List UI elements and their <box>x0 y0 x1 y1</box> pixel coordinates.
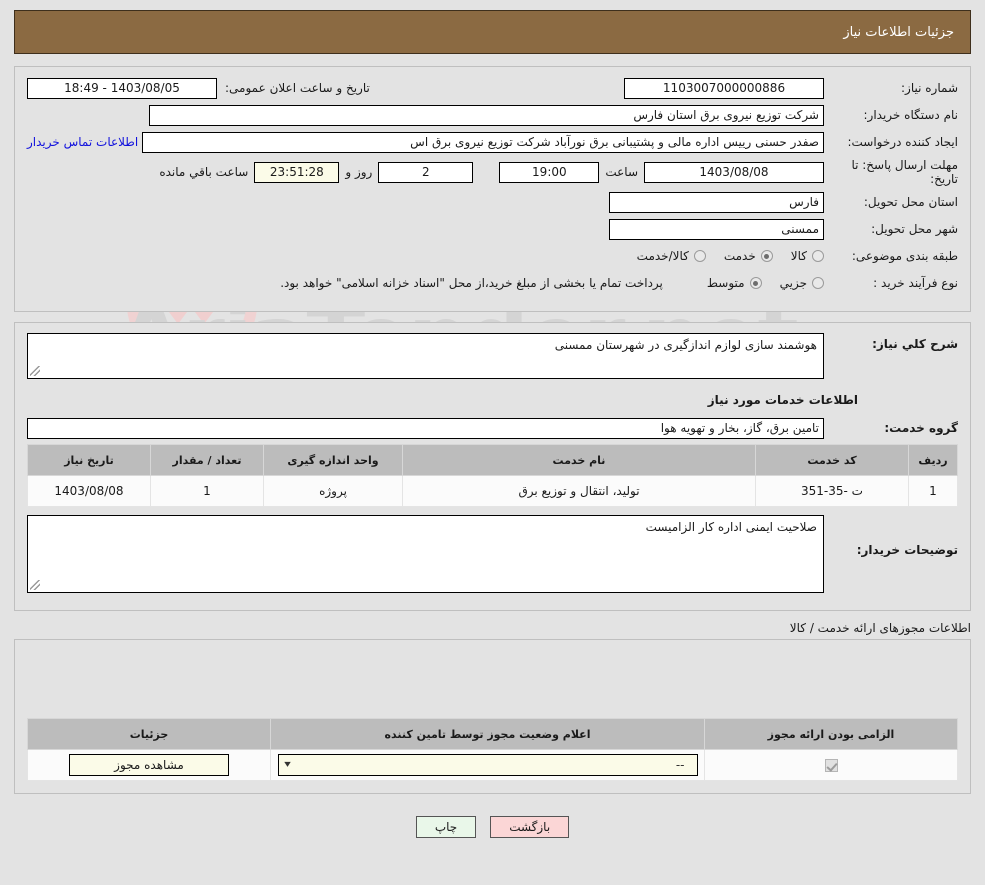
province-value: فارس <box>609 191 824 213</box>
category-option-label: کالا/خدمت <box>636 249 689 263</box>
table-header-row: ردیف کد خدمت نام خدمت واحد اندازه گیری ت… <box>27 444 958 476</box>
process-option-label: جزیي <box>779 276 807 290</box>
buyer-org-value: شرکت توزیع نیروی برق استان فارس <box>149 104 824 126</box>
buyer-notes-textarea[interactable]: صلاحیت ایمنی اداره کار الزامیست <box>27 515 824 593</box>
creator-value: صفدر حسنی رییس اداره مالی و پشتیبانی برق… <box>142 131 824 153</box>
row-summary: شرح کلي نیاز: هوشمند سازی لوازم اندازگیر… <box>27 333 958 379</box>
footer-actions: بازگشت چاپ <box>0 816 985 838</box>
row-category: طبقه بندی موضوعی: کالا خدمت کالا/خدمت <box>27 245 958 267</box>
buyer-contact-link[interactable]: اطلاعات تماس خریدار <box>27 135 142 149</box>
services-info-title: اطلاعات خدمات مورد نیاز <box>707 393 858 407</box>
permit-status-value: -- <box>675 758 685 772</box>
col-permit-details: جزئیات <box>27 718 271 750</box>
cell-need-date: 1403/08/08 <box>27 475 151 507</box>
services-table: ردیف کد خدمت نام خدمت واحد اندازه گیری ت… <box>27 444 958 507</box>
permits-panel: الزامی بودن ارائه مجوز اعلام وضعیت مجوز … <box>14 639 971 794</box>
need-number-value: 1103007000000886 <box>624 77 824 99</box>
category-radio-group: کالا خدمت کالا/خدمت <box>619 249 824 263</box>
page-title: جزئیات اطلاعات نیاز <box>843 24 954 40</box>
col-unit: واحد اندازه گیری <box>263 444 403 476</box>
city-label: شهر محل تحویل: <box>871 222 958 236</box>
cell-quantity: 1 <box>150 475 264 507</box>
countdown-timer: 23:51:28 <box>254 161 340 183</box>
deadline-label: مهلت ارسال پاسخ: تا تاریخ: <box>851 158 958 186</box>
permit-status-select[interactable]: ▾ -- <box>277 754 698 776</box>
cell-permit-details: مشاهده مجوز <box>27 749 271 781</box>
row-buyer-notes: توضیحات خریدار: صلاحیت ایمنی اداره کار ا… <box>27 515 958 593</box>
table-row: 1 ت -35-351 تولید، انتقال و توزیع برق پر… <box>27 475 958 507</box>
deadline-time: 19:00 <box>499 161 600 183</box>
row-deadline: مهلت ارسال پاسخ: تا تاریخ: 1403/08/08 سا… <box>27 158 958 186</box>
chevron-down-icon: ▾ <box>283 759 291 770</box>
col-permit-status: اعلام وضعیت مجوز توسط تامین کننده <box>270 718 705 750</box>
process-label: نوع فرآیند خرید : <box>873 276 958 290</box>
row-buyer-org: نام دستگاه خریدار: شرکت توزیع نیروی برق … <box>27 104 958 126</box>
cell-permit-status: ▾ -- <box>270 749 705 781</box>
process-radio-group: جزیي متوسط <box>689 276 824 290</box>
category-label: طبقه بندی موضوعی: <box>851 249 958 263</box>
announce-label: تاریخ و ساعت اعلان عمومی: <box>225 81 370 95</box>
permits-section-title: اطلاعات مجوزهای ارائه خدمت / کالا <box>789 621 971 635</box>
remaining-suffix-label: ساعت باقي مانده <box>159 165 249 179</box>
process-option-jozei[interactable]: جزیي <box>780 276 824 290</box>
row-process: نوع فرآیند خرید : جزیي متوسط پرداخت تمام… <box>27 272 958 294</box>
radio-icon[interactable] <box>812 277 824 289</box>
cell-unit: پروژه <box>263 475 403 507</box>
need-number-label: شماره نیاز: <box>901 81 958 95</box>
row-city: شهر محل تحویل: ممسنی <box>27 218 958 240</box>
radio-icon-selected[interactable] <box>749 277 762 289</box>
process-option-label: متوسط <box>706 276 745 290</box>
hour-label: ساعت <box>605 165 638 179</box>
province-label: استان محل تحویل: <box>863 195 958 209</box>
permit-required-checkbox[interactable] <box>824 759 838 772</box>
cell-permit-required <box>704 749 958 781</box>
row-creator: ایجاد کننده درخواست: صفدر حسنی رییس ادار… <box>27 131 958 153</box>
days-remaining: 2 <box>378 161 474 183</box>
buyer-org-label: نام دستگاه خریدار: <box>863 108 959 122</box>
process-option-motavaset[interactable]: متوسط <box>707 276 762 290</box>
category-option-kala[interactable]: کالا <box>791 249 824 263</box>
radio-icon[interactable] <box>693 250 706 262</box>
summary-textarea[interactable]: هوشمند سازی لوازم اندازگیری در شهرستان م… <box>27 333 824 379</box>
category-option-label: خدمت <box>723 249 756 263</box>
row-need-number: شماره نیاز: 1103007000000886 تاریخ و ساع… <box>27 77 958 99</box>
view-permit-button[interactable]: مشاهده مجوز <box>69 754 229 776</box>
need-details-panel: شماره نیاز: 1103007000000886 تاریخ و ساع… <box>14 66 971 312</box>
payment-note: پرداخت تمام یا بخشی از مبلغ خرید،از محل … <box>280 276 663 290</box>
table-header-row: الزامی بودن ارائه مجوز اعلام وضعیت مجوز … <box>27 718 958 750</box>
row-province: استان محل تحویل: فارس <box>27 191 958 213</box>
col-quantity: تعداد / مقدار <box>150 444 264 476</box>
service-group-value: تامین برق، گاز، بخار و تهویه هوا <box>27 417 824 439</box>
page-header: جزئیات اطلاعات نیاز <box>14 10 971 54</box>
deadline-date: 1403/08/08 <box>644 161 824 183</box>
col-permit-required: الزامی بودن ارائه مجوز <box>704 718 958 750</box>
permits-table: الزامی بودن ارائه مجوز اعلام وضعیت مجوز … <box>27 718 958 781</box>
days-word-label: روز و <box>345 165 373 179</box>
col-row-no: ردیف <box>908 444 958 476</box>
table-row: ▾ -- مشاهده مجوز <box>27 749 958 781</box>
category-option-kala-khedmat[interactable]: کالا/خدمت <box>637 249 706 263</box>
radio-icon[interactable] <box>812 250 824 262</box>
cell-service-name: تولید، انتقال و توزیع برق <box>402 475 756 507</box>
col-need-date: تاریخ نیاز <box>27 444 151 476</box>
back-button[interactable]: بازگشت <box>490 816 570 838</box>
summary-label: شرح کلي نیاز: <box>872 337 958 351</box>
category-option-khedmat[interactable]: خدمت <box>724 249 773 263</box>
col-service-code: کد خدمت <box>755 444 909 476</box>
permits-panel-spacer <box>27 652 958 714</box>
announce-value: 1403/08/05 - 18:49 <box>27 77 217 99</box>
category-option-label: کالا <box>790 249 807 263</box>
creator-label: ایجاد کننده درخواست: <box>847 135 958 149</box>
col-service-name: نام خدمت <box>402 444 756 476</box>
service-group-label: گروه خدمت: <box>884 421 958 435</box>
buyer-notes-label: توضیحات خریدار: <box>856 543 958 557</box>
print-button[interactable]: چاپ <box>415 816 477 838</box>
cell-row-no: 1 <box>908 475 958 507</box>
services-panel: شرح کلي نیاز: هوشمند سازی لوازم اندازگیر… <box>14 322 971 611</box>
city-value: ممسنی <box>609 218 824 240</box>
cell-service-code: ت -35-351 <box>755 475 909 507</box>
row-service-group: گروه خدمت: تامین برق، گاز، بخار و تهویه … <box>27 417 958 439</box>
radio-icon-selected[interactable] <box>760 250 773 262</box>
